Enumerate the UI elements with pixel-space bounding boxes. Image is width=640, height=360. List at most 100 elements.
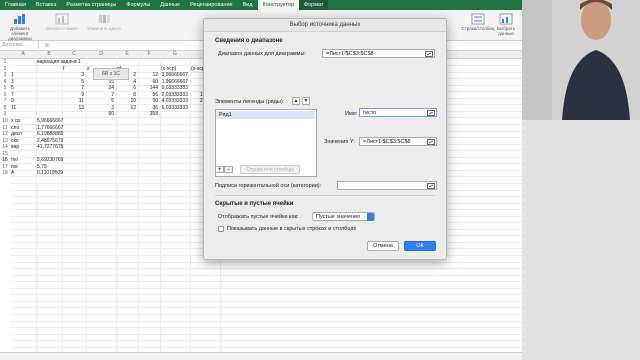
cell[interactable]: 41,7277675 — [37, 144, 63, 150]
range-picker-icon[interactable] — [425, 51, 433, 57]
cell[interactable]: 7 — [87, 92, 114, 98]
column-header[interactable]: A — [10, 51, 36, 58]
cell[interactable]: 5,96666667 — [37, 118, 63, 124]
tab-formulas[interactable]: Формулы — [121, 0, 155, 10]
axis-labels-input[interactable] — [337, 181, 437, 190]
cell[interactable]: 11 — [63, 98, 84, 104]
cell[interactable]: 144 — [139, 85, 158, 91]
tab-view[interactable]: Вид — [238, 0, 258, 10]
row-header[interactable]: 6 — [0, 92, 10, 98]
cancel-button[interactable]: Отмена — [367, 241, 399, 251]
cell[interactable]: 11 — [11, 105, 16, 111]
tab-home[interactable]: Главная — [0, 0, 31, 10]
cell[interactable]: 56 — [139, 92, 158, 98]
row-header[interactable]: 3 — [0, 72, 10, 78]
cell[interactable]: 5 — [87, 98, 114, 104]
series-item[interactable]: Ряд1 — [217, 111, 315, 119]
cell[interactable]: 1 — [11, 72, 14, 78]
series-name-input[interactable]: гисто — [359, 108, 437, 117]
cell[interactable]: 0,11019509 — [37, 170, 63, 176]
select-data-button[interactable]: Выбрать данные — [490, 13, 522, 36]
cell[interactable]: 5 — [63, 79, 84, 85]
cell[interactable]: (x-xср) — [161, 66, 176, 72]
row-header[interactable]: 16 — [0, 157, 10, 163]
row-header[interactable]: 10 — [0, 118, 10, 124]
cell[interactable]: 1,77666667 — [37, 125, 63, 131]
row-header[interactable]: 11 — [0, 125, 10, 131]
row-header[interactable]: 4 — [0, 79, 10, 85]
cell[interactable]: 4,03333333 — [161, 98, 188, 104]
row-header[interactable]: 1 — [0, 59, 10, 65]
cell[interactable]: 10 — [117, 98, 136, 104]
express-layout-button[interactable]: Экспресс-макет — [44, 13, 80, 31]
tab-page-layout[interactable]: Разметка страницы — [61, 0, 121, 10]
cell[interactable]: 3 — [87, 105, 114, 111]
row-header[interactable]: 2 — [0, 66, 10, 72]
cell[interactable]: ско — [11, 138, 19, 144]
move-up-arrow-icon[interactable]: ▲ — [292, 97, 300, 105]
switch-row-column-dialog-button[interactable]: Строки или столбцы — [240, 165, 300, 174]
cell[interactable]: x ср — [11, 118, 20, 124]
axis-picker-icon[interactable] — [427, 183, 435, 189]
row-header[interactable]: 5 — [0, 85, 10, 91]
cell[interactable]: 8 — [117, 92, 136, 98]
cell[interactable]: x' — [87, 66, 90, 72]
cell[interactable]: 5 — [11, 85, 14, 91]
column-header[interactable]: F — [138, 51, 160, 58]
cell[interactable]: 6 — [117, 85, 136, 91]
cell[interactable]: 9 — [63, 92, 84, 98]
move-down-arrow-icon[interactable]: ▼ — [302, 97, 310, 105]
cell[interactable]: 5,75 — [37, 164, 47, 170]
column-header[interactable]: C — [62, 51, 86, 58]
cell[interactable]: 60 — [139, 79, 158, 85]
cell[interactable]: 50 — [139, 98, 158, 104]
row-header[interactable]: 13 — [0, 138, 10, 144]
cell[interactable]: 3 — [11, 79, 14, 85]
remove-series-button[interactable]: − — [224, 166, 233, 173]
cell[interactable]: 6,19888889 — [37, 131, 63, 137]
column-header[interactable]: G — [160, 51, 190, 58]
ok-button[interactable]: ОК — [404, 241, 436, 251]
cell[interactable]: 0,03333333 — [161, 85, 188, 91]
row-header[interactable]: 8 — [0, 105, 10, 111]
empty-cells-select[interactable]: Пустые значения — [312, 212, 375, 221]
show-hidden-checkbox[interactable] — [218, 226, 224, 232]
cell[interactable]: 2,48975679 — [37, 138, 63, 144]
values-picker-icon[interactable] — [427, 139, 435, 145]
change-colors-button[interactable]: Изменить цвета — [86, 13, 122, 31]
cell[interactable]: 5,69230769 — [37, 157, 63, 163]
cell[interactable]: дисп — [11, 131, 22, 137]
column-header[interactable]: B — [36, 51, 62, 58]
row-header[interactable]: 17 — [0, 164, 10, 170]
cell[interactable]: me — [11, 164, 18, 170]
row-header[interactable]: 12 — [0, 131, 10, 137]
row-header[interactable]: 7 — [0, 98, 10, 104]
cell[interactable]: mo — [11, 157, 18, 163]
cell[interactable]: вариация задача 1 — [37, 59, 81, 65]
cell[interactable]: 9 — [11, 98, 14, 104]
row-header[interactable]: 14 — [0, 144, 10, 150]
cell[interactable]: 36 — [139, 105, 158, 111]
range-input[interactable]: =Лист1!$C$3:$C$8 — [322, 49, 435, 58]
cell[interactable]: 2,03333333 — [161, 92, 188, 98]
cell[interactable]: 24 — [87, 85, 114, 91]
cell[interactable]: f — [63, 66, 64, 72]
cell[interactable]: 7 — [11, 92, 14, 98]
cell[interactable]: 358 — [139, 111, 158, 117]
y-values-input[interactable]: =Лист1!$C$3:$C$8 — [359, 137, 437, 146]
cell[interactable]: 3 — [63, 72, 84, 78]
cell[interactable]: 1,96666667 — [161, 79, 188, 85]
cell[interactable]: 12 — [117, 105, 136, 111]
tab-chart-design[interactable]: Конструктор — [257, 0, 299, 10]
cell[interactable]: 12 — [139, 72, 158, 78]
cell[interactable]: 6,03333333 — [161, 105, 188, 111]
cell[interactable]: 60 — [87, 111, 114, 117]
cell[interactable]: сло — [11, 125, 19, 131]
tab-data[interactable]: Данные — [155, 0, 185, 10]
column-header[interactable]: D — [86, 51, 116, 58]
cell[interactable]: A — [11, 170, 14, 176]
tab-format[interactable]: Формат — [298, 0, 329, 10]
name-picker-icon[interactable] — [427, 110, 435, 116]
add-series-button[interactable]: + — [215, 166, 224, 173]
tab-insert[interactable]: Вставка — [31, 0, 61, 10]
